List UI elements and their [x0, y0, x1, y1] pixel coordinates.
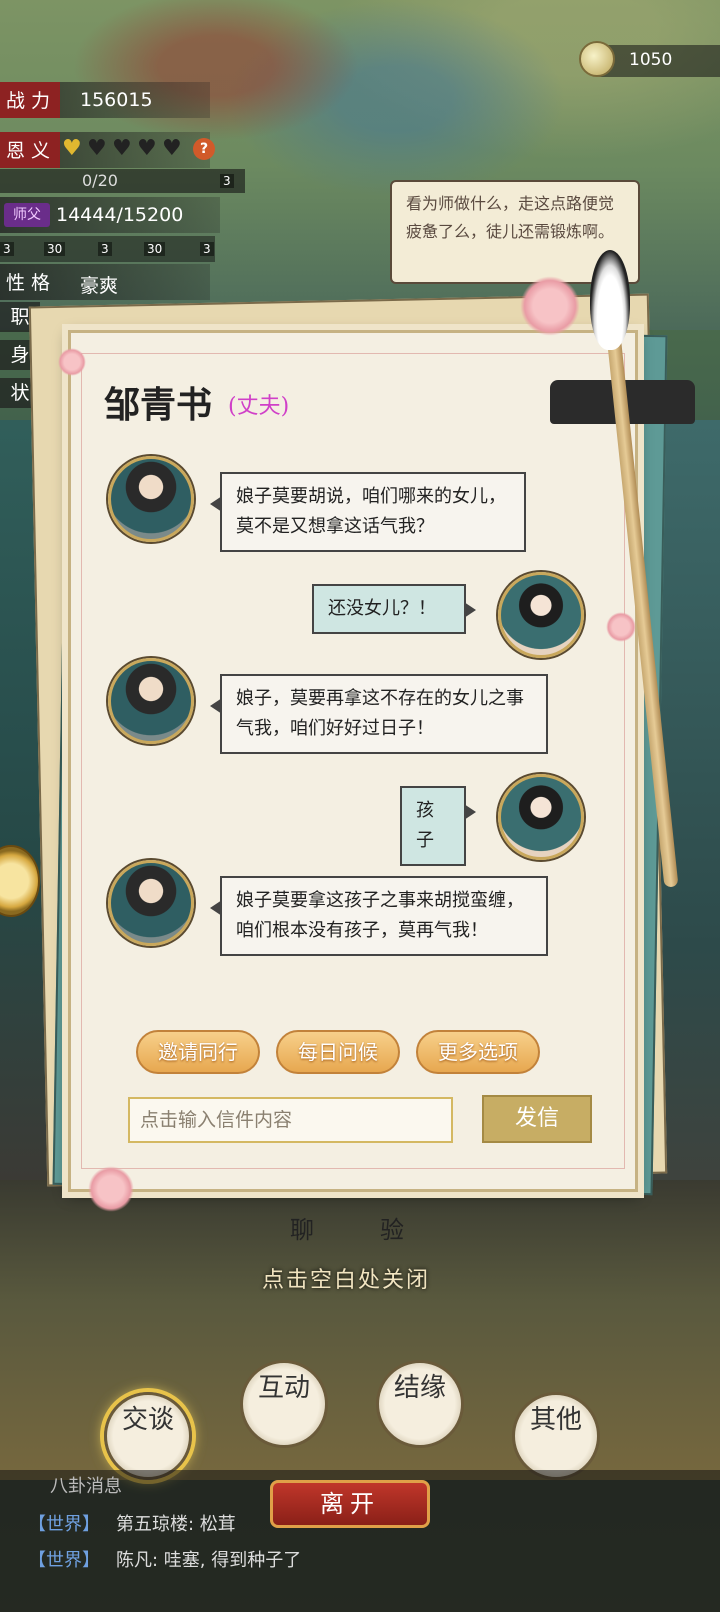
chat-channel-tag: 【世界】: [28, 1550, 100, 1571]
favor-progress: 0/20 3: [0, 169, 245, 193]
npc-avatar: [108, 658, 194, 744]
chat-line: 【世界】 陈凡: 哇塞, 得到种子了: [28, 1546, 301, 1572]
letter-input[interactable]: [128, 1097, 453, 1143]
more-options-button[interactable]: 更多选项: [416, 1030, 540, 1074]
chat-line: 【世界】 第五琼楼: 松茸: [28, 1510, 236, 1536]
blossom-icon: [88, 1166, 134, 1212]
bond-button[interactable]: 结缘: [376, 1360, 464, 1448]
npc-avatar: [108, 860, 194, 946]
master-row: 师父 14444/15200: [0, 197, 220, 233]
tab-chat[interactable]: 聊: [290, 1210, 314, 1245]
npc-message: 娘子莫要拿这孩子之事来胡搅蛮缠，咱们根本没有孩子，莫再气我！: [210, 876, 548, 956]
resource-value: 1050: [629, 50, 673, 70]
item-badge: 30: [144, 242, 166, 256]
heart-icon: ♥: [137, 136, 157, 161]
player-message: 孩子: [400, 786, 476, 866]
favor-label: 恩 义: [6, 140, 51, 162]
item-badge: 3: [0, 242, 14, 256]
send-letter-button[interactable]: 发信: [482, 1095, 592, 1143]
help-icon[interactable]: ?: [193, 138, 215, 160]
letter-recipient-name: 邹青书: [104, 384, 213, 426]
resource-counter[interactable]: 1050: [579, 41, 720, 77]
npc-message: 娘子莫要胡说，咱们哪来的女儿，莫不是又想拿这话气我？: [210, 472, 526, 552]
heart-icon: ♥: [112, 136, 132, 161]
favor-progress-text: 0/20: [82, 171, 118, 190]
close-hint[interactable]: 点击空白处关闭: [262, 1262, 430, 1294]
chat-text: 第五琼楼: 松茸: [116, 1514, 236, 1535]
gossip-hint: 八卦消息: [50, 1476, 122, 1497]
favor-row: 恩 义 ♥ ♥ ♥ ♥ ♥ ?: [0, 132, 215, 168]
heart-icon: ♥: [62, 136, 82, 161]
master-tag: 师父: [4, 203, 50, 227]
blossom-icon: [520, 276, 580, 336]
npc-avatar: [108, 456, 194, 542]
talk-button[interactable]: 交谈: [104, 1392, 192, 1480]
item-badges-row: 3 30 3 30 3: [0, 236, 215, 262]
interact-button[interactable]: 互动: [240, 1360, 328, 1448]
favor-hearts: ♥ ♥ ♥ ♥ ♥: [62, 136, 184, 161]
item-badge: 30: [44, 242, 66, 256]
blossom-icon: [58, 348, 86, 376]
writing-brush-icon: [590, 250, 679, 910]
letter-relation: (丈夫): [228, 394, 290, 419]
power-value: 156015: [80, 89, 153, 111]
daily-greeting-button[interactable]: 每日问候: [276, 1030, 400, 1074]
npc-message: 娘子，莫要再拿这不存在的女儿之事气我，咱们好好过日子！: [210, 674, 548, 754]
favor-badge: 3: [220, 174, 234, 188]
chat-text: 陈凡: 哇塞, 得到种子了: [116, 1550, 302, 1571]
invite-travel-button[interactable]: 邀请同行: [136, 1030, 260, 1074]
other-button[interactable]: 其他: [512, 1392, 600, 1480]
personality-row: 性 格 豪爽: [0, 264, 210, 300]
item-badge: 3: [200, 242, 214, 256]
chat-channel-tag: 【世界】: [28, 1514, 100, 1535]
player-avatar: [498, 572, 584, 658]
tab-experience[interactable]: 验: [380, 1210, 404, 1245]
item-badge: 3: [98, 242, 112, 256]
personality-value: 豪爽: [80, 275, 119, 297]
leave-button[interactable]: 离开: [270, 1480, 430, 1528]
master-value: 14444/15200: [56, 204, 184, 226]
player-avatar: [498, 774, 584, 860]
personality-label: 性 格: [6, 272, 51, 294]
player-message: 还没女儿？！: [312, 584, 476, 634]
power-label: 战 力: [6, 90, 51, 112]
power-row: 战 力 156015: [0, 82, 210, 118]
tea-bowl-icon: [579, 41, 615, 77]
heart-icon: ♥: [162, 136, 182, 161]
heart-icon: ♥: [87, 136, 107, 161]
